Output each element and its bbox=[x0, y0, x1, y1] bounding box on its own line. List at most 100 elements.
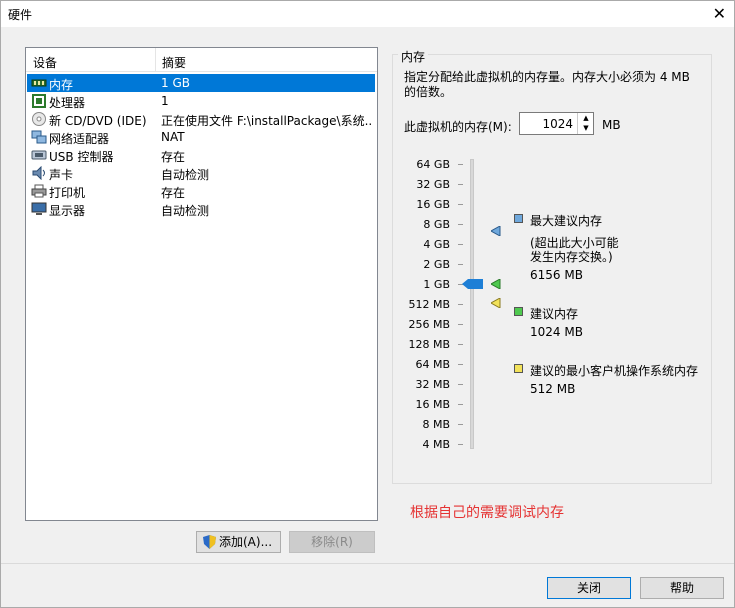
device-name: 打印机 bbox=[49, 186, 86, 200]
device-list: 设备 摘要 内存 1 GB 处理器 1 新 CD/DVD (IDE) 正在使用文… bbox=[25, 47, 378, 521]
add-button[interactable]: 添加(A)... bbox=[196, 531, 281, 553]
scale-label: 128 MB bbox=[408, 338, 450, 351]
scale-label: 16 MB bbox=[415, 398, 450, 411]
recommended-value: 1024 MB bbox=[530, 325, 583, 339]
scale-label: 64 GB bbox=[416, 158, 450, 171]
scale-label: 1 GB bbox=[423, 278, 450, 291]
device-summary: 存在 bbox=[161, 150, 186, 164]
close-button[interactable]: 关闭 bbox=[547, 577, 631, 599]
max-recommended-value: 6156 MB bbox=[530, 268, 583, 282]
device-name: 内存 bbox=[49, 78, 74, 92]
scale-tick bbox=[458, 344, 463, 345]
min-recommended-value: 512 MB bbox=[530, 382, 576, 396]
scale-tick bbox=[458, 424, 463, 425]
device-name: 新 CD/DVD (IDE) bbox=[49, 114, 147, 128]
scale-tick bbox=[458, 384, 463, 385]
shield-icon bbox=[203, 535, 216, 549]
min-recommended-marker-icon bbox=[491, 298, 501, 308]
device-name: 处理器 bbox=[49, 96, 86, 110]
spinner-down-button[interactable]: ▼ bbox=[578, 123, 594, 133]
memory-icon bbox=[31, 79, 47, 87]
cd-dvd-icon bbox=[32, 112, 46, 126]
scale-label: 256 MB bbox=[408, 318, 450, 331]
scale-tick bbox=[458, 204, 463, 205]
scale-tick bbox=[458, 364, 463, 365]
close-icon[interactable]: ✕ bbox=[713, 4, 726, 23]
column-header-summary[interactable]: 摘要 bbox=[162, 54, 186, 71]
device-name: 网络适配器 bbox=[49, 132, 110, 146]
column-header-device[interactable]: 设备 bbox=[33, 54, 57, 71]
sound-card-icon bbox=[32, 166, 45, 180]
device-summary: 正在使用文件 F:\installPackage\系统... bbox=[161, 114, 373, 128]
scale-label: 512 MB bbox=[408, 298, 450, 311]
device-row-usb-controller[interactable]: USB 控制器 存在 bbox=[27, 146, 375, 164]
scale-tick bbox=[458, 224, 463, 225]
scale-label: 2 GB bbox=[423, 258, 450, 271]
memory-unit: MB bbox=[602, 118, 621, 132]
device-summary: 1 GB bbox=[161, 76, 190, 90]
device-row-memory[interactable]: 内存 1 GB bbox=[27, 74, 375, 92]
network-adapter-icon bbox=[31, 130, 47, 144]
hardware-dialog: 硬件 ✕ 设备 摘要 内存 1 GB 处理器 1 新 CD/DVD (IDE) … bbox=[0, 0, 735, 608]
scale-tick bbox=[458, 164, 463, 165]
memory-slider-thumb[interactable] bbox=[462, 279, 483, 289]
device-row-network-adapter[interactable]: 网络适配器 NAT bbox=[27, 128, 375, 146]
add-button-label: 添加(A)... bbox=[219, 535, 273, 549]
device-name: 声卡 bbox=[49, 168, 74, 182]
device-summary: 存在 bbox=[161, 186, 186, 200]
memory-size-input[interactable]: 1024 bbox=[542, 117, 573, 131]
scale-tick bbox=[458, 244, 463, 245]
display-icon bbox=[31, 202, 47, 215]
device-summary: 自动检测 bbox=[161, 168, 210, 182]
device-name: 显示器 bbox=[49, 204, 86, 218]
memory-field-label: 此虚拟机的内存(M): bbox=[404, 120, 512, 134]
column-divider bbox=[155, 48, 156, 72]
window-title: 硬件 bbox=[8, 8, 33, 22]
printer-icon bbox=[31, 184, 47, 198]
recommended-title: 建议内存 bbox=[530, 307, 579, 321]
device-row-display[interactable]: 显示器 自动检测 bbox=[27, 200, 375, 218]
scale-label: 64 MB bbox=[415, 358, 450, 371]
spinner-up-button[interactable]: ▲ bbox=[578, 113, 594, 123]
scale-label: 32 MB bbox=[415, 378, 450, 391]
remove-button[interactable]: 移除(R) bbox=[289, 531, 375, 553]
max-recommended-marker-icon bbox=[491, 226, 501, 236]
recommended-swatch bbox=[514, 307, 523, 316]
min-recommended-swatch bbox=[514, 364, 523, 373]
device-row-processor[interactable]: 处理器 1 bbox=[27, 92, 375, 110]
recommended-marker-icon bbox=[491, 279, 501, 289]
device-list-header: 设备 摘要 bbox=[26, 48, 377, 72]
scale-label: 4 GB bbox=[423, 238, 450, 251]
max-recommended-swatch bbox=[514, 214, 523, 223]
scale-label: 32 GB bbox=[416, 178, 450, 191]
memory-group-title: 内存 bbox=[398, 48, 429, 65]
scale-tick bbox=[458, 404, 463, 405]
memory-slider-track[interactable] bbox=[470, 159, 474, 449]
processor-icon bbox=[32, 94, 46, 108]
max-recommended-note: 发生内存交换。) bbox=[530, 250, 613, 264]
scale-tick bbox=[458, 184, 463, 185]
device-row-printer[interactable]: 打印机 存在 bbox=[27, 182, 375, 200]
max-recommended-title: 最大建议内存 bbox=[530, 214, 603, 228]
usb-controller-icon bbox=[31, 150, 47, 160]
spinner-buttons: ▲ ▼ bbox=[577, 113, 593, 134]
scale-label: 4 MB bbox=[422, 438, 450, 451]
scale-label: 8 MB bbox=[422, 418, 450, 431]
scale-tick bbox=[458, 444, 463, 445]
device-summary: 1 bbox=[161, 94, 169, 108]
scale-label: 16 GB bbox=[416, 198, 450, 211]
annotation-note: 根据自己的需要调试内存 bbox=[410, 505, 564, 521]
footer-divider bbox=[1, 563, 734, 564]
device-row-cd-dvd[interactable]: 新 CD/DVD (IDE) 正在使用文件 F:\installPackage\… bbox=[27, 110, 375, 128]
title-bar: 硬件 ✕ bbox=[1, 1, 734, 27]
help-button[interactable]: 帮助 bbox=[640, 577, 724, 599]
device-summary: 自动检测 bbox=[161, 204, 210, 218]
scale-tick bbox=[458, 304, 463, 305]
device-row-sound-card[interactable]: 声卡 自动检测 bbox=[27, 164, 375, 182]
min-recommended-title: 建议的最小客户机操作系统内存 bbox=[530, 364, 699, 378]
scale-tick bbox=[458, 264, 463, 265]
device-name: USB 控制器 bbox=[49, 150, 114, 164]
memory-size-spinner[interactable]: 1024 ▲ ▼ bbox=[519, 112, 594, 135]
memory-description: 指定分配给此虚拟机的内存量。内存大小必须为 4 MB 的倍数。 bbox=[404, 70, 690, 99]
device-summary: NAT bbox=[161, 130, 185, 144]
